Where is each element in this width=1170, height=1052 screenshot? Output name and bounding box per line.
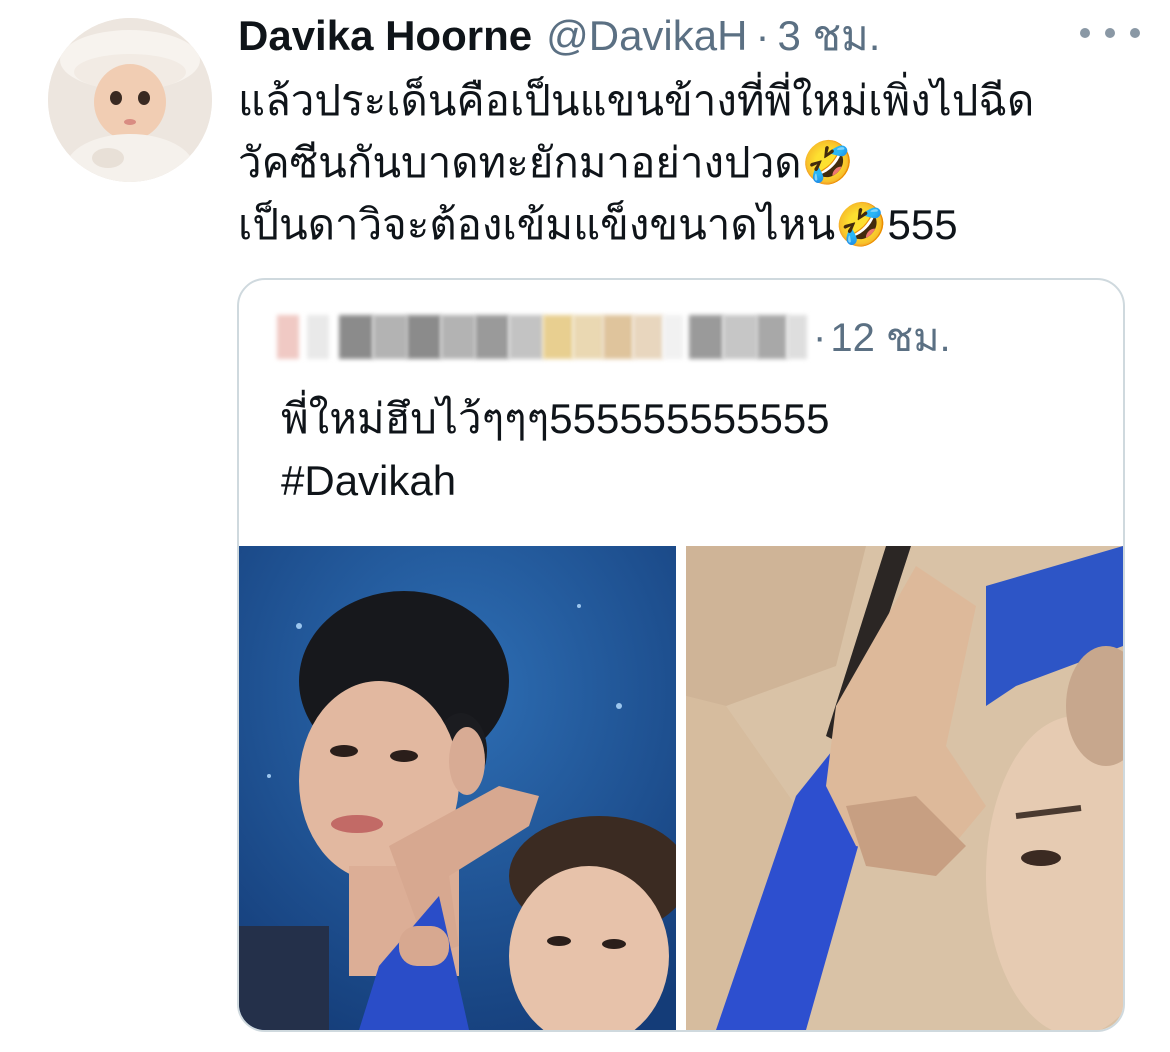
- display-name[interactable]: Davika Hoorne: [238, 12, 532, 60]
- media-photo-2[interactable]: [686, 546, 1123, 1030]
- avatar-image: [48, 18, 212, 182]
- more-dot: [1080, 28, 1090, 38]
- quoted-separator-dot: ·: [813, 314, 827, 359]
- user-handle[interactable]: @DavikaH: [546, 12, 747, 60]
- tweet-timestamp[interactable]: 3 ชม.: [777, 3, 880, 69]
- more-dot: [1105, 28, 1115, 38]
- quoted-tweet-header: · 12 ชม.: [277, 310, 951, 364]
- tweet-text-line: เป็นดาวิจะต้องเข้มแข็งขนาดไหน🤣555: [238, 201, 958, 248]
- photo-closeup-hand: [686, 546, 1123, 1030]
- quoted-tweet-timestamp[interactable]: 12 ชม.: [830, 305, 950, 369]
- tweet-text: แล้วประเด็นคือเป็นแขนข้างที่พี่ใหม่เพิ่ง…: [238, 70, 1138, 256]
- tweet-text-line: แล้วประเด็นคือเป็นแขนข้างที่พี่ใหม่เพิ่ง…: [238, 77, 1035, 124]
- tweet-header: Davika Hoorne @DavikaH · 3 ชม.: [238, 10, 880, 62]
- separator-dot: ·: [755, 12, 770, 59]
- more-horizontal-icon[interactable]: [1080, 18, 1140, 48]
- quoted-tweet-media: [239, 546, 1123, 1030]
- media-photo-1[interactable]: [239, 546, 676, 1030]
- avatar[interactable]: [48, 18, 212, 182]
- hashtag-link[interactable]: #Davikah: [281, 450, 830, 512]
- photo-woman-smiling: [239, 546, 676, 1030]
- blurred-user-info: [277, 310, 807, 364]
- more-dot: [1130, 28, 1140, 38]
- quoted-tweet-text: พี่ใหม่ฮึบไว้ๆๆๆ555555555555 #Davikah: [281, 388, 830, 512]
- quoted-tweet-card[interactable]: · 12 ชม. พี่ใหม่ฮึบไว้ๆๆๆ555555555555 #D…: [237, 278, 1125, 1032]
- quoted-text-line: พี่ใหม่ฮึบไว้ๆๆๆ555555555555: [281, 395, 830, 442]
- tweet-text-line: วัคซีนกันบาดทะยักมาอย่างปวด🤣: [238, 139, 854, 186]
